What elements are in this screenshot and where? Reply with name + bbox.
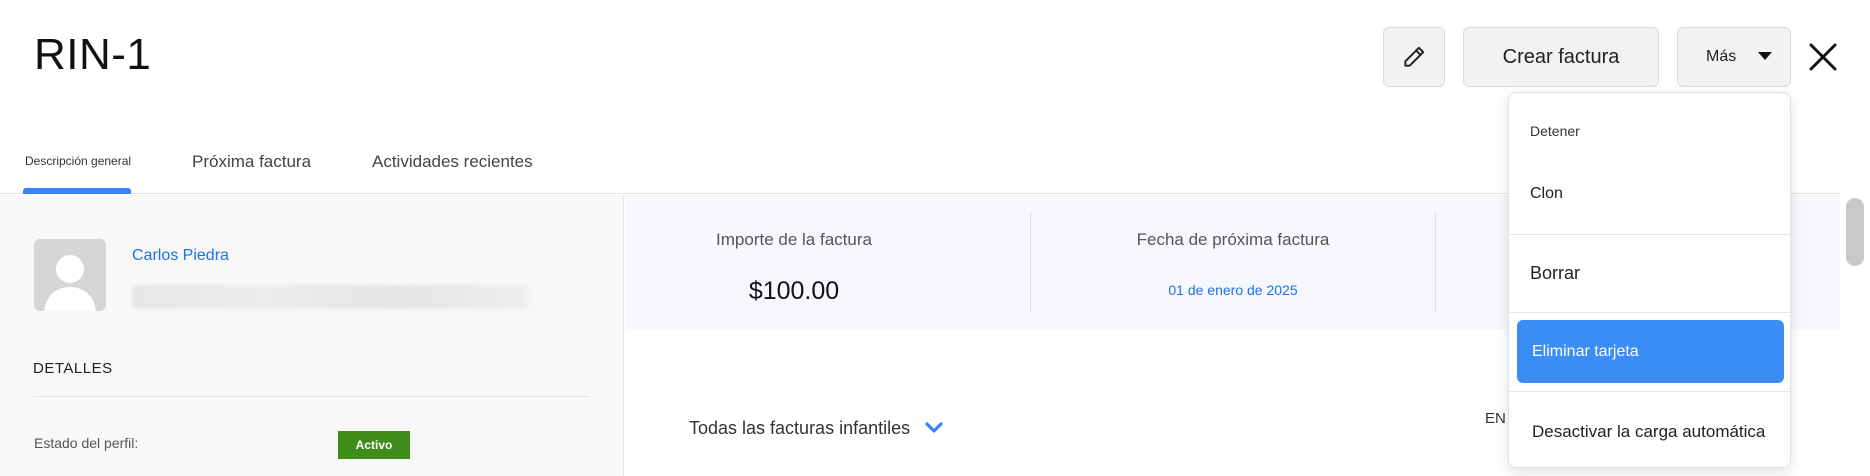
column-label-en: EN xyxy=(1485,410,1506,427)
next-invoice-date-value: 01 de enero de 2025 xyxy=(1168,282,1298,298)
menu-item-stop[interactable]: Detener xyxy=(1509,123,1790,139)
child-invoices-filter[interactable]: Todas las facturas infantiles xyxy=(689,418,944,439)
pencil-icon xyxy=(1404,46,1425,67)
more-menu: Detener Clon Borrar Eliminar tarjeta Des… xyxy=(1508,92,1791,468)
menu-item-disable-autocharge[interactable]: Desactivar la carga automática xyxy=(1509,422,1790,442)
invoice-detail-page: RIN-1 Crear factura Más Descripción gene… xyxy=(0,0,1870,476)
details-heading: DETALLES xyxy=(33,360,113,377)
redacted-customer-info xyxy=(132,285,528,309)
child-invoices-filter-label: Todas las facturas infantiles xyxy=(689,418,911,438)
chevron-down-icon xyxy=(924,418,944,439)
invoice-amount-value: $100.00 xyxy=(748,277,840,305)
summary-divider xyxy=(1435,212,1436,312)
customer-panel: Carlos Piedra DETALLES Estado del perfil… xyxy=(0,195,624,476)
invoice-amount-block: Importe de la factura $100.00 xyxy=(625,195,963,329)
caret-down-icon xyxy=(1758,52,1772,60)
create-invoice-button[interactable]: Crear factura xyxy=(1463,27,1659,87)
menu-item-clone[interactable]: Clon xyxy=(1509,185,1790,203)
menu-divider xyxy=(1509,312,1790,313)
user-avatar-icon xyxy=(34,239,106,311)
customer-name-link[interactable]: Carlos Piedra xyxy=(132,247,229,265)
avatar xyxy=(34,239,106,311)
menu-item-delete[interactable]: Borrar xyxy=(1509,263,1790,284)
next-invoice-date-block: Fecha de próxima factura 01 de enero de … xyxy=(1030,195,1436,329)
details-divider xyxy=(33,396,589,397)
edit-button[interactable] xyxy=(1383,27,1445,87)
status-badge: Activo xyxy=(338,431,410,459)
close-button[interactable] xyxy=(1806,40,1840,74)
menu-divider xyxy=(1509,234,1790,235)
page-title: RIN-1 xyxy=(34,30,152,79)
next-invoice-date-label: Fecha de próxima factura xyxy=(1136,230,1330,249)
active-tab-indicator xyxy=(23,188,131,194)
tab-recent-activity[interactable]: Actividades recientes xyxy=(372,152,533,172)
menu-divider xyxy=(1509,391,1790,392)
profile-status-label: Estado del perfil: xyxy=(34,435,139,451)
more-button-label: Más xyxy=(1706,48,1737,65)
scrollbar-thumb[interactable] xyxy=(1846,198,1864,266)
invoice-amount-label: Importe de la factura xyxy=(716,230,872,249)
more-button[interactable]: Más xyxy=(1677,27,1791,87)
close-icon xyxy=(1809,43,1837,71)
tab-next-invoice[interactable]: Próxima factura xyxy=(192,152,311,172)
tab-overview[interactable]: Descripción general xyxy=(25,154,131,168)
menu-item-remove-card[interactable]: Eliminar tarjeta xyxy=(1517,320,1784,383)
